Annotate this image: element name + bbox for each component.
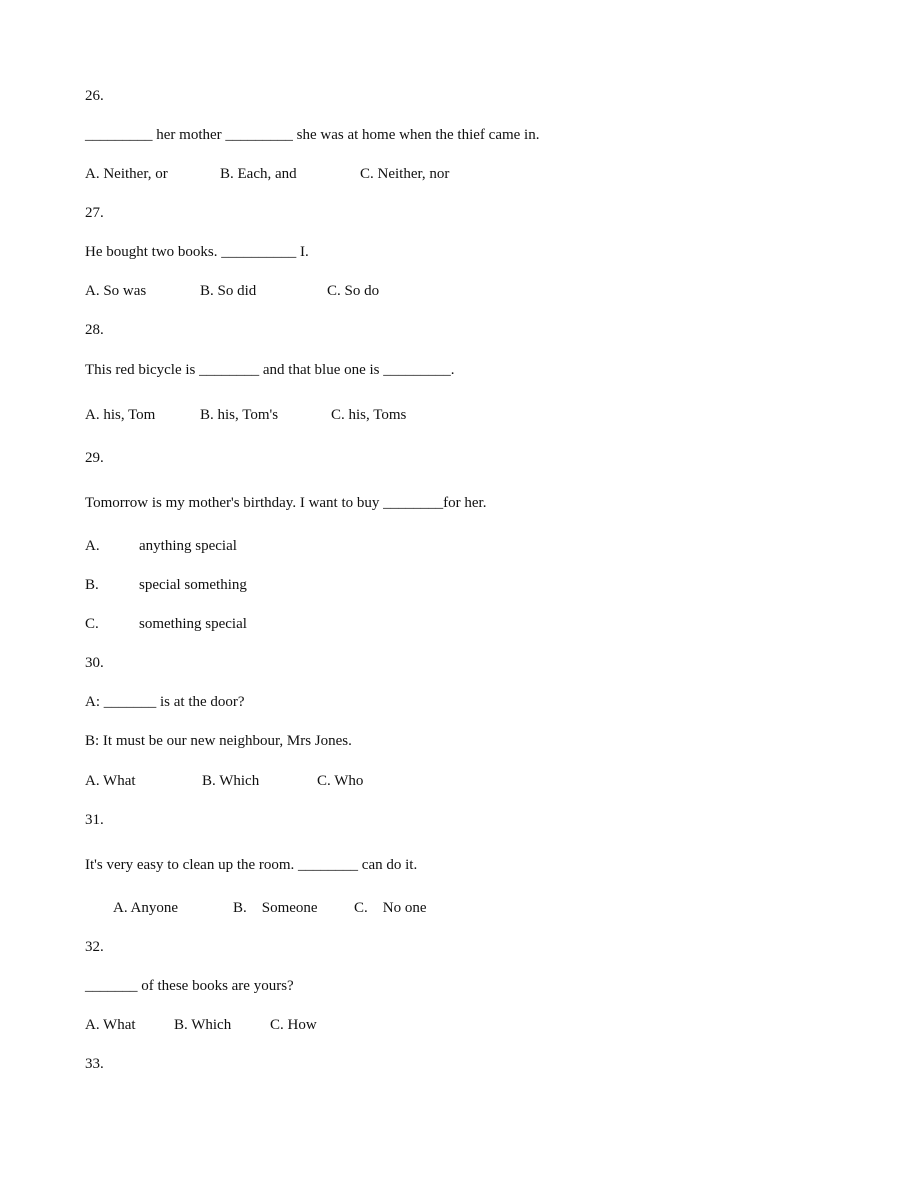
option-b: B. Each, and [220, 166, 297, 182]
question-number: 30. [85, 655, 104, 671]
option-a: A. Anyone [113, 900, 178, 916]
question-stem: Tomorrow is my mother's birthday. I want… [85, 495, 487, 511]
question-number: 31. [85, 812, 104, 828]
option-c: C. Who [317, 773, 364, 789]
option-b-text: special something [139, 577, 247, 593]
question-stem: It's very easy to clean up the room. ___… [85, 857, 418, 873]
option-b: B. So did [200, 283, 257, 299]
option-a-text: anything special [139, 538, 237, 554]
question-number: 28. [85, 322, 104, 338]
option-c-text: something special [139, 616, 247, 632]
option-c: C. Neither, nor [360, 166, 450, 182]
option-a: A. What [85, 773, 136, 789]
question-stem: _______ of these books are yours? [85, 978, 294, 994]
question-number: 33. [85, 1056, 104, 1072]
question-number: 26. [85, 88, 104, 104]
option-b-letter: B. [85, 577, 99, 593]
dialogue-line-a: A: _______ is at the door? [85, 694, 245, 710]
option-b: B. Someone [233, 900, 318, 916]
option-a: A. Neither, or [85, 166, 168, 182]
option-c: C. So do [327, 283, 380, 299]
option-c: C. his, Toms [331, 407, 407, 423]
option-c-letter: C. [85, 616, 99, 632]
option-b: B. his, Tom's [200, 407, 279, 423]
option-b: B. Which [174, 1017, 232, 1033]
option-b: B. Which [202, 773, 260, 789]
question-number: 32. [85, 939, 104, 955]
option-a: A. his, Tom [85, 407, 156, 423]
question-stem: This red bicycle is ________ and that bl… [85, 362, 455, 378]
question-stem: _________ her mother _________ she was a… [85, 127, 540, 143]
question-stem: He bought two books. __________ I. [85, 244, 309, 260]
dialogue-line-b: B: It must be our new neighbour, Mrs Jon… [85, 733, 352, 749]
option-a-letter: A. [85, 538, 100, 554]
option-c: C. No one [354, 900, 427, 916]
option-c: C. How [270, 1017, 317, 1033]
option-a: A. What [85, 1017, 136, 1033]
question-number: 27. [85, 205, 104, 221]
option-a: A. So was [85, 283, 147, 299]
question-number: 29. [85, 450, 104, 466]
